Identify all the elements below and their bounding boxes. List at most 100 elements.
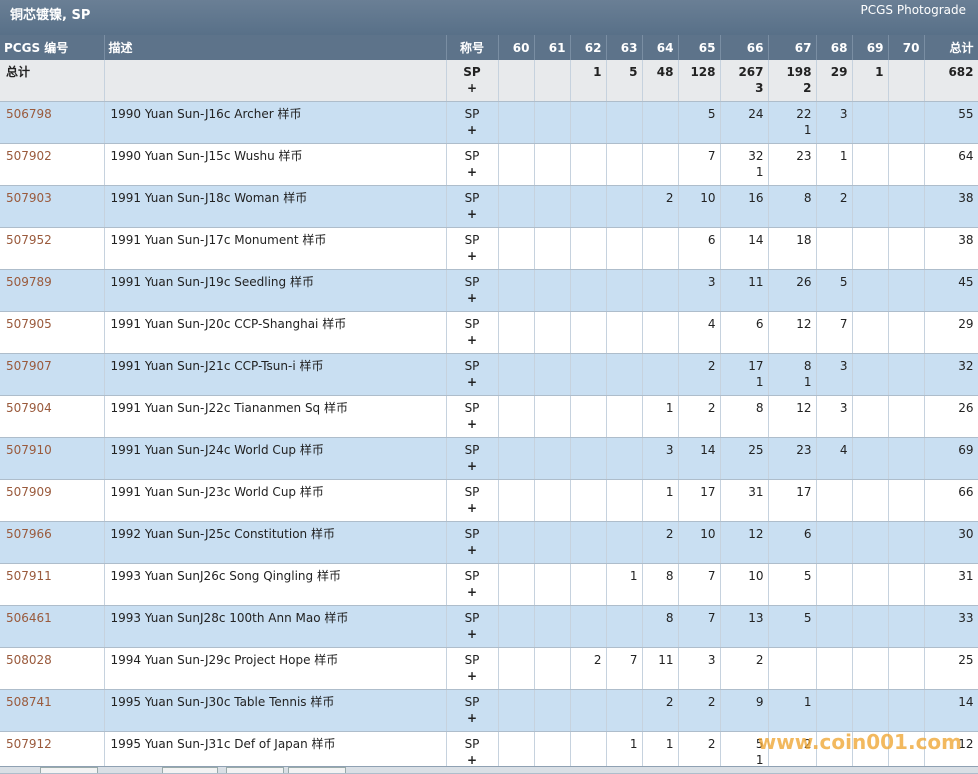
photograde-link[interactable]: PCGS Photograde <box>861 3 966 17</box>
cell <box>104 60 447 102</box>
column-header: 称号 <box>446 35 499 60</box>
grade-count <box>606 521 643 564</box>
table-row: 507910 1991 Yuan Sun-J24c World Cup 样币 SP +… <box>0 437 978 480</box>
table-row: 507909 1991 Yuan Sun-J23c World Cup 样币 SP +… <box>0 479 978 522</box>
pcgs-number: 506461 <box>0 605 105 648</box>
grade-count <box>570 395 607 438</box>
grade-count: 5 <box>606 60 643 102</box>
designation-cell: SP + <box>446 521 499 564</box>
grade-count <box>498 647 535 690</box>
grade-count: 2 <box>678 353 721 396</box>
column-header: 60 <box>498 35 535 60</box>
pcgs-number-link[interactable]: 507911 <box>6 569 52 583</box>
bottom-tab[interactable] <box>40 767 98 773</box>
grade-count <box>768 647 817 690</box>
grade-count <box>606 479 643 522</box>
grade-count <box>852 605 889 648</box>
description: 1994 Yuan Sun-J29c Project Hope 样币 <box>104 647 447 690</box>
description: 1991 Yuan Sun-J21c CCP-Tsun-i 样币 <box>104 353 447 396</box>
grade-count <box>534 353 571 396</box>
description: 1991 Yuan Sun-J17c Monument 样币 <box>104 227 447 270</box>
grade-count <box>888 563 925 606</box>
grade-count: 18 <box>768 227 817 270</box>
row-total: 55 <box>924 101 978 144</box>
grade-count <box>852 227 889 270</box>
grade-count <box>852 311 889 354</box>
bottom-tab[interactable] <box>288 767 346 773</box>
designation-cell: SP + <box>446 353 499 396</box>
designation-cell: SP + <box>446 563 499 606</box>
grade-count: 22 1 <box>768 101 817 144</box>
pcgs-number-link[interactable]: 507912 <box>6 737 52 751</box>
grade-count <box>498 479 535 522</box>
pcgs-number-link[interactable]: 509789 <box>6 275 52 289</box>
description: 1991 Yuan Sun-J24c World Cup 样币 <box>104 437 447 480</box>
pcgs-number-link[interactable]: 507902 <box>6 149 52 163</box>
grade-count: 8 <box>642 563 679 606</box>
column-header: 62 <box>570 35 607 60</box>
grade-count <box>570 143 607 186</box>
pcgs-number-link[interactable]: 507904 <box>6 401 52 415</box>
designation-cell: SP + <box>446 269 499 312</box>
designation-cell: SP + <box>446 143 499 186</box>
grade-count: 26 <box>768 269 817 312</box>
pcgs-number-link[interactable]: 507910 <box>6 443 52 457</box>
grade-count: 11 <box>642 647 679 690</box>
grade-count <box>534 311 571 354</box>
grade-count <box>534 647 571 690</box>
grade-count: 14 <box>678 437 721 480</box>
grade-count <box>852 521 889 564</box>
description: 1991 Yuan Sun-J19c Seedling 样币 <box>104 269 447 312</box>
row-total: 30 <box>924 521 978 564</box>
pcgs-number-link[interactable]: 507905 <box>6 317 52 331</box>
grade-count: 10 <box>678 521 721 564</box>
table-row: 507905 1991 Yuan Sun-J20c CCP-Shanghai 样币… <box>0 311 978 354</box>
pcgs-number-link[interactable]: 507903 <box>6 191 52 205</box>
grade-count <box>852 479 889 522</box>
pcgs-number: 507903 <box>0 185 105 228</box>
grade-count <box>498 437 535 480</box>
row-total: 38 <box>924 227 978 270</box>
designation-cell: SP + <box>446 101 499 144</box>
description: 1993 Yuan SunJ26c Song Qingling 样币 <box>104 563 447 606</box>
column-header: 65 <box>678 35 721 60</box>
grade-count: 1 <box>570 60 607 102</box>
grade-count <box>852 101 889 144</box>
bottom-tab[interactable] <box>162 767 218 773</box>
grade-count: 8 <box>720 395 769 438</box>
pcgs-number-link[interactable]: 507952 <box>6 233 52 247</box>
grade-count <box>852 143 889 186</box>
grade-count <box>888 311 925 354</box>
grade-count: 5 <box>678 101 721 144</box>
grade-count <box>534 479 571 522</box>
pcgs-number: 507905 <box>0 311 105 354</box>
grade-count <box>498 395 535 438</box>
pcgs-number-link[interactable]: 508028 <box>6 653 52 667</box>
pcgs-number-link[interactable]: 506798 <box>6 107 52 121</box>
grade-count <box>570 101 607 144</box>
pcgs-number-link[interactable]: 507909 <box>6 485 52 499</box>
grade-count <box>498 605 535 648</box>
bottom-tab[interactable] <box>226 767 284 773</box>
pcgs-number: 507909 <box>0 479 105 522</box>
row-total: 33 <box>924 605 978 648</box>
grade-count <box>606 689 643 732</box>
grade-count: 7 <box>678 143 721 186</box>
pcgs-number-link[interactable]: 507966 <box>6 527 52 541</box>
grade-count <box>534 437 571 480</box>
pcgs-number-link[interactable]: 508741 <box>6 695 52 709</box>
grade-count <box>570 479 607 522</box>
designation-cell: SP + <box>446 479 499 522</box>
grade-count: 8 <box>768 185 817 228</box>
grade-count: 12 <box>768 311 817 354</box>
grade-count: 2 <box>642 521 679 564</box>
grade-count <box>534 185 571 228</box>
grade-count <box>534 605 571 648</box>
description: 1990 Yuan Sun-J15c Wushu 样币 <box>104 143 447 186</box>
grade-count: 5 <box>768 563 817 606</box>
pcgs-number-link[interactable]: 507907 <box>6 359 52 373</box>
grade-count <box>570 185 607 228</box>
grade-count <box>852 647 889 690</box>
grade-count <box>642 101 679 144</box>
pcgs-number-link[interactable]: 506461 <box>6 611 52 625</box>
